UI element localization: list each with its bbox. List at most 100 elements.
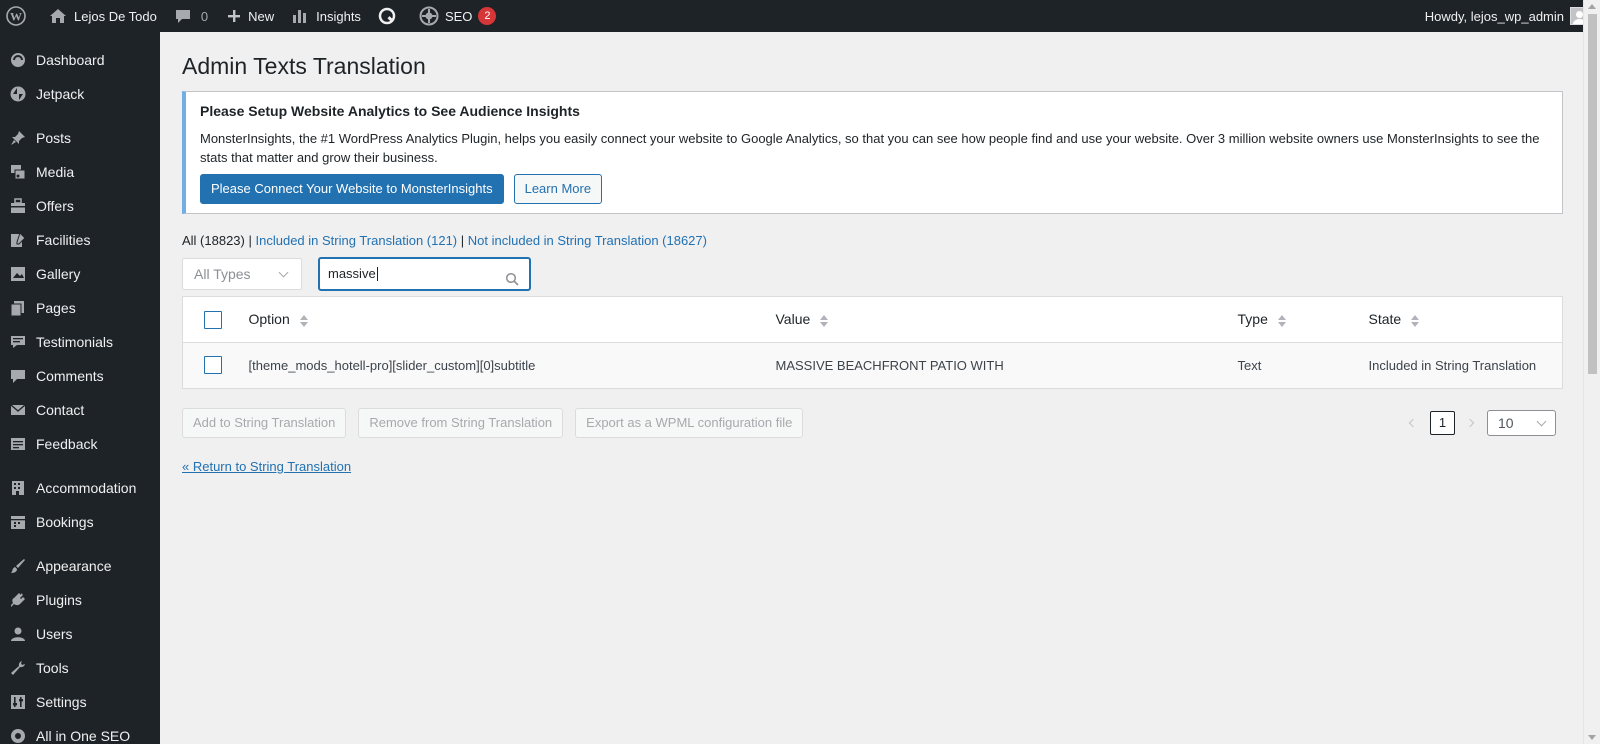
sidebar-item-label: Jetpack: [36, 86, 85, 102]
users-icon: [8, 624, 28, 644]
sidebar-item-dashboard[interactable]: Dashboard: [0, 43, 160, 77]
sidebar-item-label: Comments: [36, 368, 104, 384]
export-wpml-config-button[interactable]: Export as a WPML configuration file: [575, 407, 804, 438]
new-label: New: [248, 8, 275, 24]
comments-count: 0: [200, 8, 209, 24]
sidebar-item-label: Plugins: [36, 592, 82, 608]
sidebar-item-facilities[interactable]: Facilities: [0, 223, 160, 257]
search-console-link[interactable]: [369, 0, 411, 32]
comments-icon: [8, 366, 28, 386]
add-to-string-translation-button[interactable]: Add to String Translation: [182, 407, 347, 438]
comments-link[interactable]: 0: [165, 0, 216, 32]
sidebar-item-label: Feedback: [36, 436, 98, 452]
seo-notification-badge: 2: [478, 7, 497, 25]
sidebar-item-feedback[interactable]: Feedback: [0, 427, 160, 461]
row-type: Text: [1237, 342, 1369, 389]
column-type[interactable]: Type: [1237, 296, 1369, 343]
seo-label: SEO: [444, 8, 473, 24]
per-page-value: 10: [1498, 414, 1514, 431]
sidebar-item-label: Posts: [36, 130, 72, 146]
admin-sidebar: Dashboard Jetpack Posts Media Offers Fac…: [0, 32, 160, 744]
search-input[interactable]: massive: [318, 256, 531, 291]
learn-more-button[interactable]: Learn More: [513, 173, 603, 204]
sidebar-item-label: Settings: [36, 694, 87, 710]
sidebar-item-gallery[interactable]: Gallery: [0, 257, 160, 291]
column-state-label: State: [1368, 311, 1402, 328]
sidebar-item-posts[interactable]: Posts: [0, 121, 160, 155]
scroll-up-icon[interactable]: [1588, 4, 1596, 9]
sidebar-item-all-in-one-seo[interactable]: All in One SEO: [0, 719, 160, 744]
offers-icon: [8, 196, 28, 216]
sidebar-item-offers[interactable]: Offers: [0, 189, 160, 223]
sidebar-item-media[interactable]: Media: [0, 155, 160, 189]
page-scrollbar[interactable]: [1583, 0, 1600, 744]
sidebar-item-pages[interactable]: Pages: [0, 291, 160, 325]
type-filter-select[interactable]: All Types: [182, 257, 302, 290]
sort-icon: [1411, 314, 1420, 327]
wordpress-logo-button[interactable]: W: [0, 0, 40, 32]
column-option[interactable]: Option: [248, 296, 776, 343]
scroll-down-icon[interactable]: [1588, 735, 1596, 740]
brush-icon: [8, 556, 28, 576]
admin-texts-table: Option Value Type State [theme_mods_hote…: [182, 295, 1563, 389]
wrench-icon: [8, 658, 28, 678]
view-included[interactable]: Included in String Translation (121): [256, 233, 458, 248]
column-value[interactable]: Value: [775, 296, 1238, 343]
sidebar-item-bookings[interactable]: Bookings: [0, 505, 160, 539]
sidebar-item-settings[interactable]: Settings: [0, 685, 160, 719]
select-all-checkbox[interactable]: [204, 310, 222, 329]
table-header-row: Option Value Type State: [182, 296, 1563, 343]
next-page-icon[interactable]: [1465, 418, 1475, 428]
current-page-button[interactable]: 1: [1430, 410, 1455, 435]
sidebar-item-contact[interactable]: Contact: [0, 393, 160, 427]
per-page-select[interactable]: 10: [1487, 409, 1556, 436]
sort-icon: [820, 314, 829, 327]
my-account-link[interactable]: Howdy, lejos_wp_admin: [1425, 7, 1600, 25]
row-value: MASSIVE BEACHFRONT PATIO WITH: [775, 342, 1238, 389]
insights-link[interactable]: Insights: [282, 0, 369, 32]
seo-menu-link[interactable]: SEO 2: [411, 0, 504, 32]
table-row: [theme_mods_hotell-pro][slider_custom][0…: [182, 342, 1563, 389]
wordpress-icon: W: [6, 6, 26, 26]
scrollbar-thumb[interactable]: [1588, 14, 1597, 374]
pin-icon: [8, 128, 28, 148]
sidebar-item-users[interactable]: Users: [0, 617, 160, 651]
view-filters: All (18823) | Included in String Transla…: [182, 233, 1563, 248]
column-type-label: Type: [1237, 311, 1268, 328]
sidebar-item-tools[interactable]: Tools: [0, 651, 160, 685]
select-all-cell: [182, 296, 249, 343]
sidebar-item-label: Gallery: [36, 266, 81, 282]
previous-page-icon[interactable]: [1408, 418, 1418, 428]
sidebar-item-appearance[interactable]: Appearance: [0, 549, 160, 583]
sidebar-item-label: Testimonials: [36, 334, 114, 350]
bar-chart-icon: [290, 6, 310, 26]
column-state[interactable]: State: [1368, 296, 1563, 343]
type-filter-value: All Types: [194, 265, 251, 282]
chevron-down-icon: [278, 267, 289, 278]
row-checkbox[interactable]: [204, 356, 222, 375]
view-separator: |: [248, 232, 252, 248]
view-not-included[interactable]: Not included in String Translation (1862…: [468, 233, 707, 248]
sort-icon: [1277, 314, 1286, 327]
calendar-icon: [8, 512, 28, 532]
admin-bar: W Lejos De Todo 0 New Insights SEO 2 How…: [0, 0, 1600, 32]
view-separator: |: [460, 232, 465, 248]
sidebar-item-comments[interactable]: Comments: [0, 359, 160, 393]
bulk-actions-row: Add to String Translation Remove from Str…: [182, 407, 1563, 438]
return-to-string-translation-link[interactable]: « Return to String Translation: [182, 459, 351, 474]
new-content-link[interactable]: New: [216, 0, 282, 32]
connect-monsterinsights-button[interactable]: Please Connect Your Website to MonsterIn…: [200, 173, 504, 204]
sidebar-item-accommodation[interactable]: Accommodation: [0, 471, 160, 505]
q-logo-icon: [377, 6, 397, 26]
remove-from-string-translation-button[interactable]: Remove from String Translation: [358, 407, 564, 438]
site-name-link[interactable]: Lejos De Todo: [40, 0, 165, 32]
search-icon[interactable]: [505, 267, 519, 297]
media-icon: [8, 162, 28, 182]
sidebar-item-testimonials[interactable]: Testimonials: [0, 325, 160, 359]
howdy-text: Howdy, lejos_wp_admin: [1424, 8, 1564, 24]
sidebar-item-jetpack[interactable]: Jetpack: [0, 77, 160, 111]
plus-icon: [224, 6, 244, 26]
sidebar-item-label: All in One SEO: [36, 728, 131, 744]
view-all[interactable]: All (18823): [182, 233, 245, 248]
sidebar-item-plugins[interactable]: Plugins: [0, 583, 160, 617]
